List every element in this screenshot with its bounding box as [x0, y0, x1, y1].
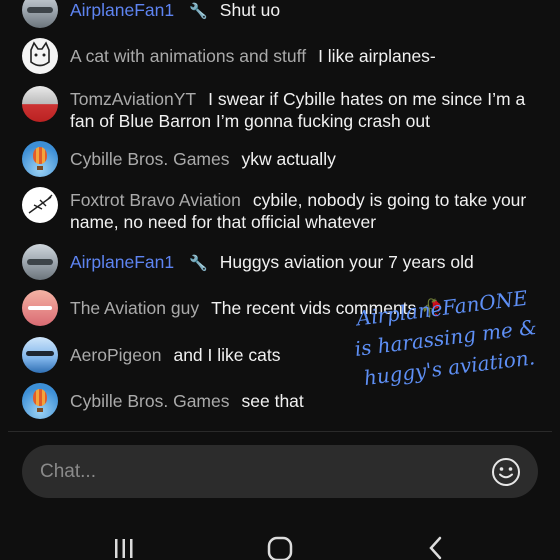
back-chevron-icon: [429, 536, 442, 560]
chat-author[interactable]: TomzAviationYT: [70, 89, 196, 109]
airplane-avatar[interactable]: [22, 244, 58, 280]
chat-message: A cat with animations and stuff I like ai…: [22, 38, 542, 74]
chat-text: ykw actually: [241, 149, 336, 169]
recent-apps-icon: [115, 539, 133, 558]
divider: [8, 431, 552, 432]
live-chat-screen: AirplaneFan1 🔧 Shut uo A cat with animatio…: [0, 0, 560, 560]
recent-apps-button[interactable]: [104, 534, 144, 560]
chat-message: Cybille Bros. Games ykw actually: [22, 141, 542, 177]
wrench-icon: 🔧: [189, 255, 208, 272]
chat-text: see that: [241, 391, 304, 411]
chat-text: Shut uo: [219, 0, 281, 20]
back-button[interactable]: [416, 534, 456, 560]
hot-air-balloon-icon: [33, 147, 47, 164]
cat-avatar[interactable]: [22, 38, 58, 74]
chat-author[interactable]: AirplaneFan1: [70, 252, 174, 272]
chat-text: and I like cats: [173, 345, 281, 365]
chat-author[interactable]: Foxtrot Bravo Aviation: [70, 190, 241, 210]
chat-message: AirplaneFan1 🔧 Huggys aviation your 7 year…: [22, 244, 542, 280]
chat-message: TomzAviationYT I swear if Cybille hates o…: [22, 86, 542, 132]
plane-sketch-icon: [28, 194, 53, 214]
sketch-plane-avatar[interactable]: [22, 187, 58, 223]
chat-author[interactable]: AirplaneFan1: [70, 0, 174, 20]
chat-author[interactable]: Cybille Bros. Games: [70, 149, 230, 169]
hot-air-balloon-icon: [33, 389, 47, 406]
chat-input[interactable]: [22, 459, 486, 484]
airplane-avatar[interactable]: [22, 0, 58, 28]
chat-message: Foxtrot Bravo Aviation cybile, nobody is …: [22, 187, 542, 233]
chat-author[interactable]: A cat with animations and stuff: [70, 46, 306, 66]
chat-author[interactable]: The Aviation guy: [70, 298, 199, 318]
smiley-face-icon: [492, 457, 520, 486]
home-button[interactable]: [260, 534, 300, 560]
emoji-button[interactable]: [486, 452, 526, 492]
home-icon: [267, 536, 293, 560]
system-navigation-bar: [0, 528, 560, 560]
chat-message: AirplaneFan1 🔧 Shut uo: [22, 0, 542, 28]
chat-text: Huggys aviation your 7 years old: [219, 252, 474, 272]
balloon-avatar[interactable]: [22, 141, 58, 177]
chat-author[interactable]: Cybille Bros. Games: [70, 391, 230, 411]
sky-plane-avatar[interactable]: [22, 337, 58, 373]
cat-icon: [30, 41, 50, 67]
balloon-avatar[interactable]: [22, 383, 58, 419]
sunset-plane-avatar[interactable]: [22, 290, 58, 326]
chat-text: I like airplanes-: [318, 46, 436, 66]
chat-author[interactable]: AeroPigeon: [70, 345, 161, 365]
red-plane-avatar[interactable]: [22, 86, 58, 122]
chat-input-bar: [22, 445, 538, 498]
chat-message: Cybille Bros. Games see that: [22, 383, 542, 419]
wrench-icon: 🔧: [189, 3, 208, 20]
